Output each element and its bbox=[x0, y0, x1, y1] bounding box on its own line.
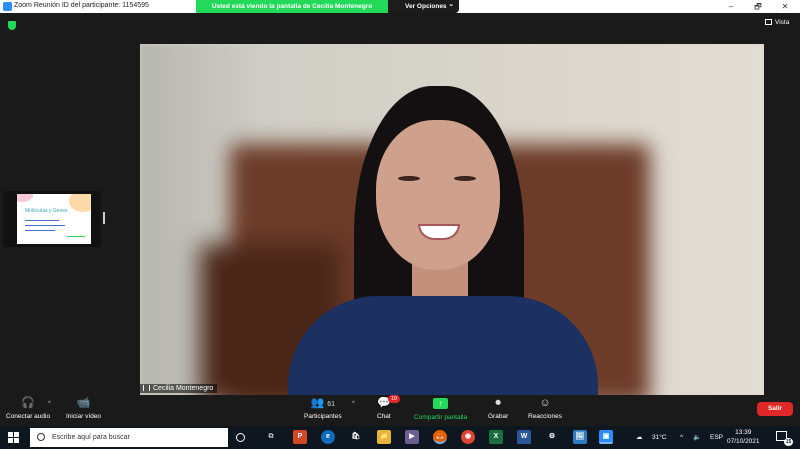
screen-share-banner: Usted está viendo la pantalla de Cecilia… bbox=[196, 0, 388, 13]
slide-text-line bbox=[25, 225, 65, 226]
taskbar-search-box[interactable]: Escribe aquí para buscar bbox=[30, 428, 228, 447]
photos-icon[interactable]: 🖼 bbox=[573, 430, 587, 444]
zoom-taskbar-icon[interactable]: ▣ bbox=[599, 430, 613, 444]
close-button[interactable]: ✕ bbox=[772, 0, 798, 13]
reactions-button[interactable]: ☺ Reacciones bbox=[528, 397, 562, 420]
view-label: Vista bbox=[775, 19, 790, 26]
reactions-icon: ☺ bbox=[539, 397, 551, 409]
powerpoint-icon[interactable]: P bbox=[293, 430, 307, 444]
share-screen-button[interactable]: ↑ Compartir pantalla bbox=[414, 397, 467, 421]
grid-icon bbox=[765, 19, 772, 25]
speaker-name-tag: Cecilia Montenegro bbox=[140, 384, 218, 393]
speaker-video: Cecilia Montenegro bbox=[140, 44, 764, 395]
chat-unread-badge: 10 bbox=[388, 395, 400, 403]
weather-temp[interactable]: 31°C bbox=[652, 426, 667, 449]
thumbnail-resize-handle[interactable] bbox=[103, 212, 105, 224]
slide-title: Moléculas y Genes bbox=[25, 208, 68, 214]
clock-date: 07/10/2021 bbox=[727, 438, 760, 445]
task-view-icon[interactable]: ⧉ bbox=[264, 430, 278, 444]
firefox-icon[interactable]: 🦊 bbox=[433, 430, 447, 444]
excel-icon[interactable]: X bbox=[489, 430, 503, 444]
connect-audio-button[interactable]: 🎧 Conectar audio bbox=[6, 397, 50, 420]
chevron-down-icon: ⌄ bbox=[448, 1, 454, 8]
participants-icon: 👥 bbox=[310, 397, 325, 409]
headphones-icon: 🎧 bbox=[21, 397, 35, 409]
start-video-button[interactable]: 📹 Iniciar vídeo bbox=[66, 397, 101, 420]
meeting-controls: 🎧 Conectar audio ^ 📹 Iniciar vídeo 👥 61 … bbox=[0, 395, 800, 426]
audio-options-caret[interactable]: ^ bbox=[48, 401, 51, 407]
minimize-button[interactable]: – bbox=[718, 0, 744, 13]
language-indicator[interactable]: ESP bbox=[710, 426, 723, 449]
view-options-button[interactable]: Ver Opciones ⌄ bbox=[388, 0, 459, 13]
search-icon bbox=[37, 433, 45, 441]
windows-start-icon[interactable] bbox=[8, 432, 19, 443]
slide-text-line bbox=[25, 220, 59, 221]
participants-button[interactable]: 👥 61 Participantes bbox=[304, 397, 342, 420]
volume-icon[interactable]: 🔈 bbox=[693, 426, 701, 449]
slide-text-line bbox=[25, 230, 55, 231]
video-off-icon: 📹 bbox=[76, 397, 91, 409]
tray-overflow-icon[interactable]: ^ bbox=[680, 426, 683, 449]
media-player-icon[interactable]: ▶ bbox=[405, 430, 419, 444]
weather-icon[interactable]: ☁ bbox=[636, 426, 643, 449]
security-shield-icon[interactable] bbox=[8, 21, 16, 30]
store-icon[interactable]: 🛍 bbox=[349, 430, 363, 444]
record-button[interactable]: ⏺ Grabar bbox=[488, 397, 508, 420]
settings-app-icon[interactable]: ⚙ bbox=[545, 430, 559, 444]
meeting-area: Vista Moléculas y Genes Cecilia Monteneg… bbox=[0, 13, 800, 395]
participants-options-caret[interactable]: ^ bbox=[352, 401, 355, 407]
person-shirt bbox=[288, 296, 598, 395]
participants-count: 61 bbox=[327, 401, 336, 408]
speaker-name: Cecilia Montenegro bbox=[153, 385, 214, 392]
share-screen-icon: ↑ bbox=[433, 398, 449, 409]
leave-button[interactable]: Salir bbox=[757, 402, 793, 416]
windows-taskbar: Escribe aquí para buscar ⧉ P e 🛍 📁 ▶ 🦊 ◉… bbox=[0, 426, 800, 449]
search-placeholder: Escribe aquí para buscar bbox=[52, 434, 130, 441]
restore-button[interactable]: 🗗 bbox=[745, 0, 771, 13]
window-title: Zoom Reunión ID del participante: 115459… bbox=[14, 2, 149, 9]
shared-slide: Moléculas y Genes bbox=[17, 194, 91, 244]
file-explorer-icon[interactable]: 📁 bbox=[377, 430, 391, 444]
notifications-count: 15 bbox=[784, 438, 793, 446]
signal-icon bbox=[143, 385, 150, 391]
slide-logo bbox=[67, 236, 85, 237]
zoom-logo-icon bbox=[3, 2, 12, 11]
person-face bbox=[376, 120, 500, 270]
cortana-icon[interactable] bbox=[236, 433, 245, 442]
taskbar-clock[interactable]: 13:39 07/10/2021 bbox=[727, 428, 760, 446]
record-icon: ⏺ bbox=[495, 397, 501, 409]
word-icon[interactable]: W bbox=[517, 430, 531, 444]
clock-time: 13:39 bbox=[735, 429, 752, 436]
view-button[interactable]: Vista bbox=[765, 19, 789, 26]
view-options-label: Ver Opciones bbox=[405, 3, 447, 10]
chrome-icon[interactable]: ◉ bbox=[461, 430, 475, 444]
shared-screen-thumbnail[interactable]: Moléculas y Genes bbox=[3, 191, 101, 247]
edge-icon[interactable]: e bbox=[321, 430, 335, 444]
